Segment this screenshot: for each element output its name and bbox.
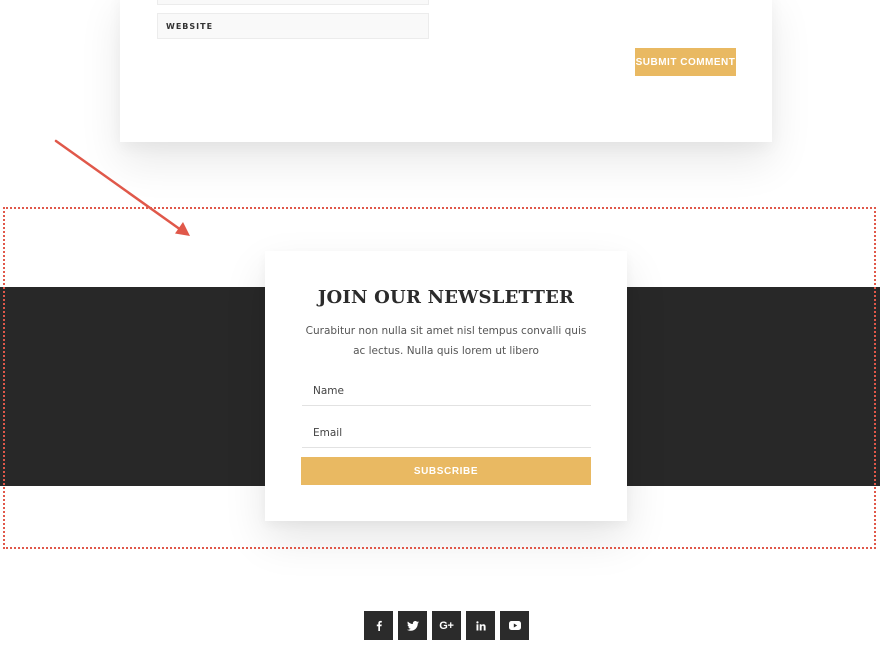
facebook-icon bbox=[376, 620, 382, 631]
name-input[interactable] bbox=[302, 376, 591, 405]
youtube-link[interactable] bbox=[500, 611, 529, 640]
email-field[interactable] bbox=[157, 0, 429, 8]
newsletter-description: Curabitur non nulla sit amet nisl tempus… bbox=[305, 325, 587, 357]
comment-form-card: SUBMIT COMMENT bbox=[120, 0, 772, 142]
google-plus-link[interactable]: G+ bbox=[432, 611, 461, 640]
name-field[interactable] bbox=[302, 376, 591, 406]
youtube-icon bbox=[508, 621, 521, 630]
facebook-link[interactable] bbox=[364, 611, 393, 640]
twitter-icon bbox=[406, 620, 419, 631]
google-plus-icon: G+ bbox=[439, 619, 454, 632]
submit-comment-button[interactable]: SUBMIT COMMENT bbox=[635, 48, 736, 76]
social-links: G+ bbox=[364, 611, 529, 640]
newsletter-card: JOIN OUR NEWSLETTER Curabitur non nulla … bbox=[265, 251, 627, 521]
email-input[interactable] bbox=[158, 0, 428, 8]
newsletter-email-input[interactable] bbox=[302, 418, 591, 447]
website-field[interactable] bbox=[157, 13, 429, 39]
email-field-newsletter[interactable] bbox=[302, 418, 591, 448]
linkedin-icon bbox=[475, 620, 486, 630]
subscribe-button[interactable]: SUBSCRIBE bbox=[301, 457, 591, 485]
twitter-link[interactable] bbox=[398, 611, 427, 640]
website-input[interactable] bbox=[158, 14, 428, 38]
linkedin-link[interactable] bbox=[466, 611, 495, 640]
newsletter-title: JOIN OUR NEWSLETTER bbox=[317, 287, 575, 308]
